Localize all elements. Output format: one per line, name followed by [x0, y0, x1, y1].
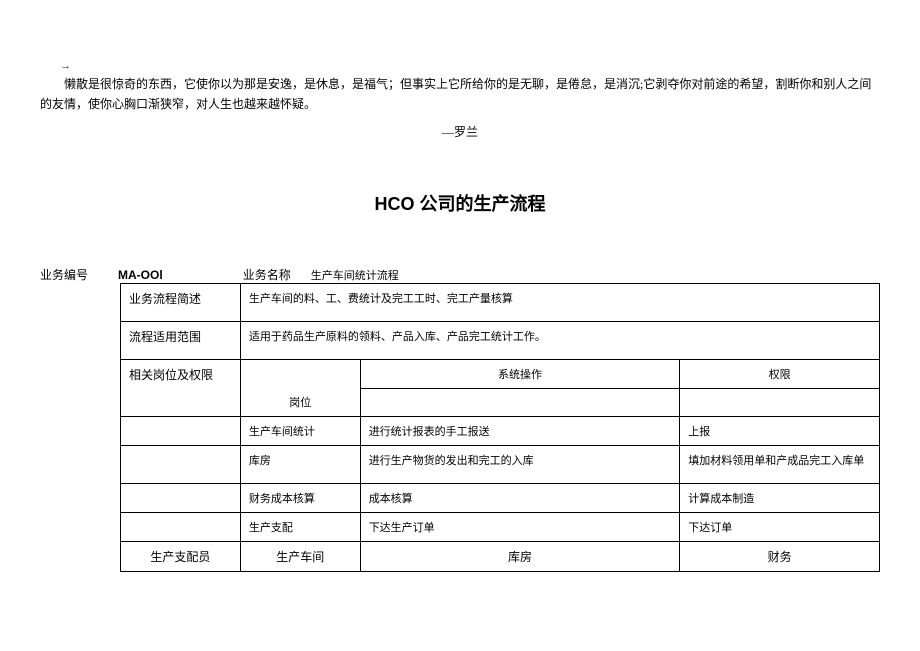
arrow-mark: → — [60, 60, 880, 72]
table-row: 业务流程简述 生产车间的料、工、费统计及完工工时、完工产量核算 — [121, 283, 880, 321]
role-position: 库房 — [240, 445, 360, 483]
business-header: 业务编号 MA-OOl 业务名称 生产车间统计流程 — [40, 266, 880, 283]
role-permission: 上报 — [680, 416, 880, 445]
operation-header: 系统操作 — [360, 359, 680, 388]
table-row: 生产车间统计 进行统计报表的手工报送 上报 — [121, 416, 880, 445]
scope-label: 流程适用范围 — [121, 321, 241, 359]
role-operation: 下达生产订单 — [360, 512, 680, 541]
bottom-col-3: 库房 — [360, 541, 680, 571]
bottom-col-1: 生产支配员 — [121, 541, 241, 571]
table-row: 库房 进行生产物货的发出和完工的入库 填加材料领用单和产成品完工入库单 — [121, 445, 880, 483]
scope-value: 适用于药品生产原料的领料、产品入库、产品完工统计工作。 — [240, 321, 879, 359]
empty-cell — [680, 388, 880, 416]
permission-header: 权限 — [680, 359, 880, 388]
role-operation: 进行统计报表的手工报送 — [360, 416, 680, 445]
empty-cell — [121, 445, 241, 483]
table-row: 生产支配 下达生产订单 下达订单 — [121, 512, 880, 541]
roles-label: 相关岗位及权限 — [121, 359, 241, 416]
table-row: 流程适用范围 适用于药品生产原料的领料、产品入库、产品完工统计工作。 — [121, 321, 880, 359]
process-table: 业务流程简述 生产车间的料、工、费统计及完工工时、完工产量核算 流程适用范围 适… — [120, 283, 880, 572]
biz-no-label: 业务编号 — [40, 266, 88, 283]
empty-cell — [360, 388, 680, 416]
role-operation: 进行生产物货的发出和完工的入库 — [360, 445, 680, 483]
role-position: 生产车间统计 — [240, 416, 360, 445]
empty-cell — [121, 512, 241, 541]
role-permission: 计算成本制造 — [680, 483, 880, 512]
quote-text: 懒散是很惊奇的东西，它使你以为那是安逸，是休息，是福气；但事实上它所给你的是无聊… — [40, 74, 880, 115]
table-row: 生产支配员 生产车间 库房 财务 — [121, 541, 880, 571]
role-permission: 下达订单 — [680, 512, 880, 541]
table-row: 相关岗位及权限 岗位 系统操作 权限 — [121, 359, 880, 388]
position-header: 岗位 — [240, 359, 360, 416]
desc-label: 业务流程简述 — [121, 283, 241, 321]
biz-name-value: 生产车间统计流程 — [311, 267, 399, 283]
quote-author: —罗兰 — [40, 123, 880, 140]
role-permission: 填加材料领用单和产成品完工入库单 — [680, 445, 880, 483]
role-position: 生产支配 — [240, 512, 360, 541]
biz-no-value: MA-OOl — [118, 268, 163, 282]
table-row: 财务成本核算 成本核算 计算成本制造 — [121, 483, 880, 512]
empty-cell — [121, 416, 241, 445]
desc-value: 生产车间的料、工、费统计及完工工时、完工产量核算 — [240, 283, 879, 321]
bottom-col-4: 财务 — [680, 541, 880, 571]
empty-cell — [121, 483, 241, 512]
document-title: HCO 公司的生产流程 — [40, 190, 880, 216]
biz-name-label: 业务名称 — [243, 266, 291, 283]
role-position: 财务成本核算 — [240, 483, 360, 512]
role-operation: 成本核算 — [360, 483, 680, 512]
bottom-col-2: 生产车间 — [240, 541, 360, 571]
